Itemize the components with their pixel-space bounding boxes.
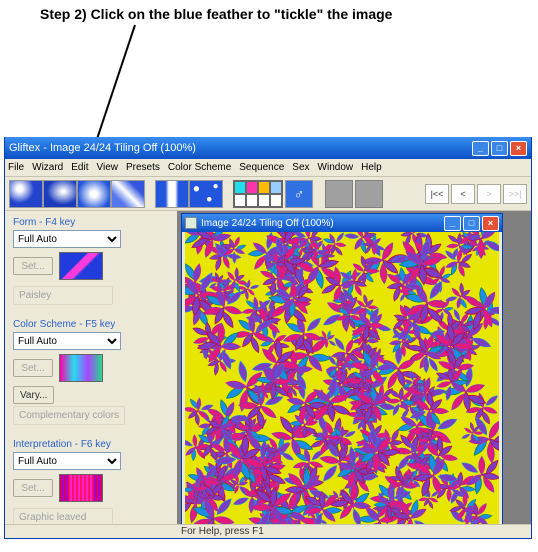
annotation-text: Step 2) Click on the blue feather to "ti… — [40, 6, 392, 22]
nav-first[interactable]: |<< — [425, 184, 449, 204]
left-panel: Form - F4 key Full Auto Set... Paisley C… — [5, 211, 177, 524]
interp-set-button[interactable]: Set... — [13, 479, 53, 497]
pattern-image — [185, 232, 499, 527]
menu-sequence[interactable]: Sequence — [239, 162, 284, 173]
menu-file[interactable]: File — [8, 162, 24, 173]
statusbar: For Help, press F1 — [5, 524, 531, 538]
menu-sex[interactable]: Sex — [292, 162, 309, 173]
feather-swatch-1[interactable] — [9, 180, 43, 208]
menu-edit[interactable]: Edit — [71, 162, 88, 173]
color-preview — [59, 354, 103, 382]
grey-swatch-1[interactable] — [325, 180, 353, 208]
color-label: Color Scheme - F5 key — [13, 319, 169, 330]
doc-min-button[interactable]: _ — [444, 216, 461, 231]
color-mode-select[interactable]: Full Auto — [13, 332, 121, 350]
color-vary-button[interactable]: Vary... — [13, 386, 54, 404]
doc-close-button[interactable]: × — [482, 216, 499, 231]
document-window: Image 24/24 Tiling Off (100%) _ □ × — [181, 213, 503, 531]
doc-max-button[interactable]: □ — [463, 216, 480, 231]
menu-wizard[interactable]: Wizard — [32, 162, 63, 173]
form-label: Form - F4 key — [13, 217, 169, 228]
pattern-swatch-1[interactable] — [155, 180, 189, 208]
interp-label: Interpretation - F6 key — [13, 439, 169, 450]
form-subtype: Paisley — [13, 286, 113, 305]
feather-swatch-3[interactable] — [77, 180, 111, 208]
menubar: File Wizard Edit View Presets Color Sche… — [5, 159, 531, 177]
doc-titlebar: Image 24/24 Tiling Off (100%) _ □ × — [182, 214, 502, 232]
toolbar: ♂ |<< < > >>| — [5, 177, 531, 211]
interp-mode-select[interactable]: Full Auto — [13, 452, 121, 470]
color-set-button[interactable]: Set... — [13, 359, 53, 377]
form-preview — [59, 252, 103, 280]
nav-next[interactable]: > — [477, 184, 501, 204]
menu-help[interactable]: Help — [361, 162, 382, 173]
doc-title: Image 24/24 Tiling Off (100%) — [201, 218, 444, 229]
menu-window[interactable]: Window — [318, 162, 354, 173]
nav-last[interactable]: >>| — [503, 184, 527, 204]
mdi-area: Image 24/24 Tiling Off (100%) _ □ × — [177, 211, 531, 524]
main-titlebar: Gliftex - Image 24/24 Tiling Off (100%) … — [5, 137, 531, 159]
feather-swatch-2[interactable] — [43, 180, 77, 208]
doc-icon — [185, 217, 197, 229]
form-mode-select[interactable]: Full Auto — [13, 230, 121, 248]
form-set-button[interactable]: Set... — [13, 257, 53, 275]
interp-preview — [59, 474, 103, 502]
color-palette[interactable] — [233, 180, 283, 208]
grey-swatch-2[interactable] — [355, 180, 383, 208]
color-subtype: Complementary colors — [13, 406, 125, 425]
menu-colorscheme[interactable]: Color Scheme — [168, 162, 231, 173]
canvas[interactable] — [185, 232, 499, 527]
main-title: Gliftex - Image 24/24 Tiling Off (100%) — [9, 142, 472, 154]
status-text: For Help, press F1 — [181, 526, 264, 537]
male-icon[interactable]: ♂ — [285, 180, 313, 208]
main-window: Gliftex - Image 24/24 Tiling Off (100%) … — [4, 137, 532, 539]
pattern-swatch-2[interactable] — [189, 180, 223, 208]
close-button[interactable]: × — [510, 141, 527, 156]
menu-presets[interactable]: Presets — [126, 162, 160, 173]
feather-swatch-4[interactable] — [111, 180, 145, 208]
nav-prev[interactable]: < — [451, 184, 475, 204]
minimize-button[interactable]: _ — [472, 141, 489, 156]
menu-view[interactable]: View — [96, 162, 118, 173]
maximize-button[interactable]: □ — [491, 141, 508, 156]
